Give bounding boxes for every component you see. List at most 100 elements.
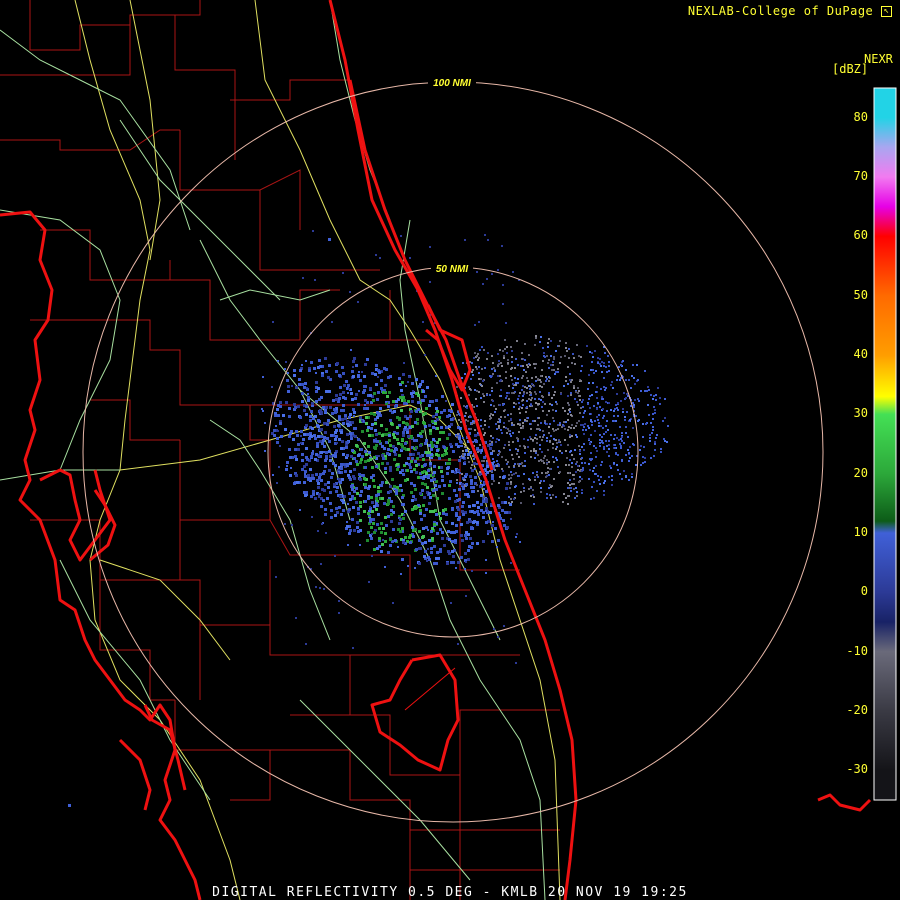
echo-pixel xyxy=(489,443,491,445)
echo-pixel xyxy=(515,403,517,405)
echo-pixel xyxy=(519,445,521,447)
echo-pixel xyxy=(408,376,410,378)
echo-pixel xyxy=(272,321,274,323)
echo-pixel xyxy=(600,425,602,427)
echo-pixel xyxy=(468,545,471,548)
echo-pixel xyxy=(478,378,480,380)
echo-pixel xyxy=(324,513,327,516)
echo-pixel xyxy=(515,358,517,360)
echo-pixel xyxy=(480,378,482,380)
echo-pixel xyxy=(458,498,461,501)
echo-pixel xyxy=(409,541,412,544)
echo-pixel xyxy=(389,469,392,472)
echo-pixel xyxy=(654,441,656,443)
echo-pixel xyxy=(410,410,413,413)
echo-pixel xyxy=(376,523,379,526)
echo-pixel xyxy=(288,407,291,410)
echo-pixel xyxy=(392,400,395,403)
echo-pixel xyxy=(617,469,619,471)
echo-pixel xyxy=(464,461,466,463)
echo-pixel xyxy=(516,533,518,535)
echo-pixel xyxy=(384,566,386,568)
echo-pixel xyxy=(561,426,563,428)
echo-pixel xyxy=(470,527,473,530)
echo-pixel xyxy=(491,477,494,480)
echo-pixel xyxy=(542,360,544,362)
echo-pixel xyxy=(568,404,570,406)
echo-pixel xyxy=(523,391,525,393)
echo-pixel xyxy=(367,497,370,500)
echo-pixel xyxy=(345,446,348,449)
echo-pixel xyxy=(581,478,583,480)
echo-pixel xyxy=(277,430,279,432)
echo-pixel xyxy=(644,461,646,463)
echo-pixel xyxy=(409,415,412,418)
echo-pixel xyxy=(520,427,522,429)
echo-pixel xyxy=(466,405,468,407)
echo-pixel xyxy=(289,432,292,435)
echo-pixel xyxy=(480,419,482,421)
echo-pixel xyxy=(603,448,605,450)
echo-pixel xyxy=(491,470,493,472)
echo-pixel xyxy=(552,361,554,363)
echo-pixel xyxy=(589,469,591,471)
echo-pixel xyxy=(295,474,298,477)
echo-pixel xyxy=(592,382,594,384)
echo-pixel xyxy=(336,362,339,365)
echo-pixel xyxy=(324,483,327,486)
echo-pixel xyxy=(425,451,428,454)
echo-pixel xyxy=(406,431,409,434)
echo-pixel xyxy=(565,342,567,344)
echo-pixel xyxy=(568,409,570,411)
echo-pixel xyxy=(498,363,500,365)
echo-pixel xyxy=(595,447,597,449)
echo-pixel xyxy=(276,482,278,484)
echo-pixel xyxy=(503,422,505,424)
echo-pixel xyxy=(544,356,546,358)
echo-pixel xyxy=(356,492,359,495)
echo-pixel xyxy=(612,387,614,389)
echo-pixel xyxy=(346,463,349,466)
echo-pixel xyxy=(547,449,549,451)
echo-pixel xyxy=(574,497,576,499)
echo-pixel xyxy=(351,370,354,373)
echo-pixel xyxy=(553,430,555,432)
echo-pixel xyxy=(289,474,292,477)
echo-pixel xyxy=(450,446,452,448)
legend-tick-label: -20 xyxy=(846,703,868,717)
echo-pixel xyxy=(473,520,476,523)
echo-pixel xyxy=(539,448,541,450)
echo-pixel xyxy=(484,234,486,236)
echo-pixel xyxy=(500,416,502,418)
echo-pixel xyxy=(373,392,376,395)
echo-pixel xyxy=(335,435,338,438)
echo-pixel xyxy=(559,362,561,364)
echo-pixel xyxy=(399,484,402,487)
echo-pixel xyxy=(609,465,611,467)
echo-pixel xyxy=(456,386,458,388)
echo-pixel xyxy=(504,511,507,514)
echo-pixel xyxy=(455,567,457,569)
echo-pixel xyxy=(518,395,520,397)
echo-pixel xyxy=(597,402,599,404)
echo-pixel xyxy=(608,365,610,367)
echo-pixel xyxy=(602,408,604,410)
echo-pixel xyxy=(307,477,310,480)
echo-pixel xyxy=(603,490,605,492)
echo-pixel xyxy=(552,443,554,445)
echo-pixel xyxy=(353,457,356,460)
echo-pixel xyxy=(631,473,633,475)
echo-pixel xyxy=(497,504,500,507)
echo-pixel xyxy=(621,432,623,434)
echo-pixel xyxy=(506,463,508,465)
echo-pixel xyxy=(262,410,264,412)
echo-pixel xyxy=(342,272,344,274)
echo-pixel xyxy=(502,404,504,406)
echo-pixel xyxy=(469,416,471,418)
echo-pixel xyxy=(425,439,428,442)
echo-pixel xyxy=(492,437,494,439)
echo-pixel xyxy=(317,435,320,438)
echo-pixel xyxy=(530,394,532,396)
echo-pixel xyxy=(367,512,370,515)
echo-pixel xyxy=(384,384,387,387)
